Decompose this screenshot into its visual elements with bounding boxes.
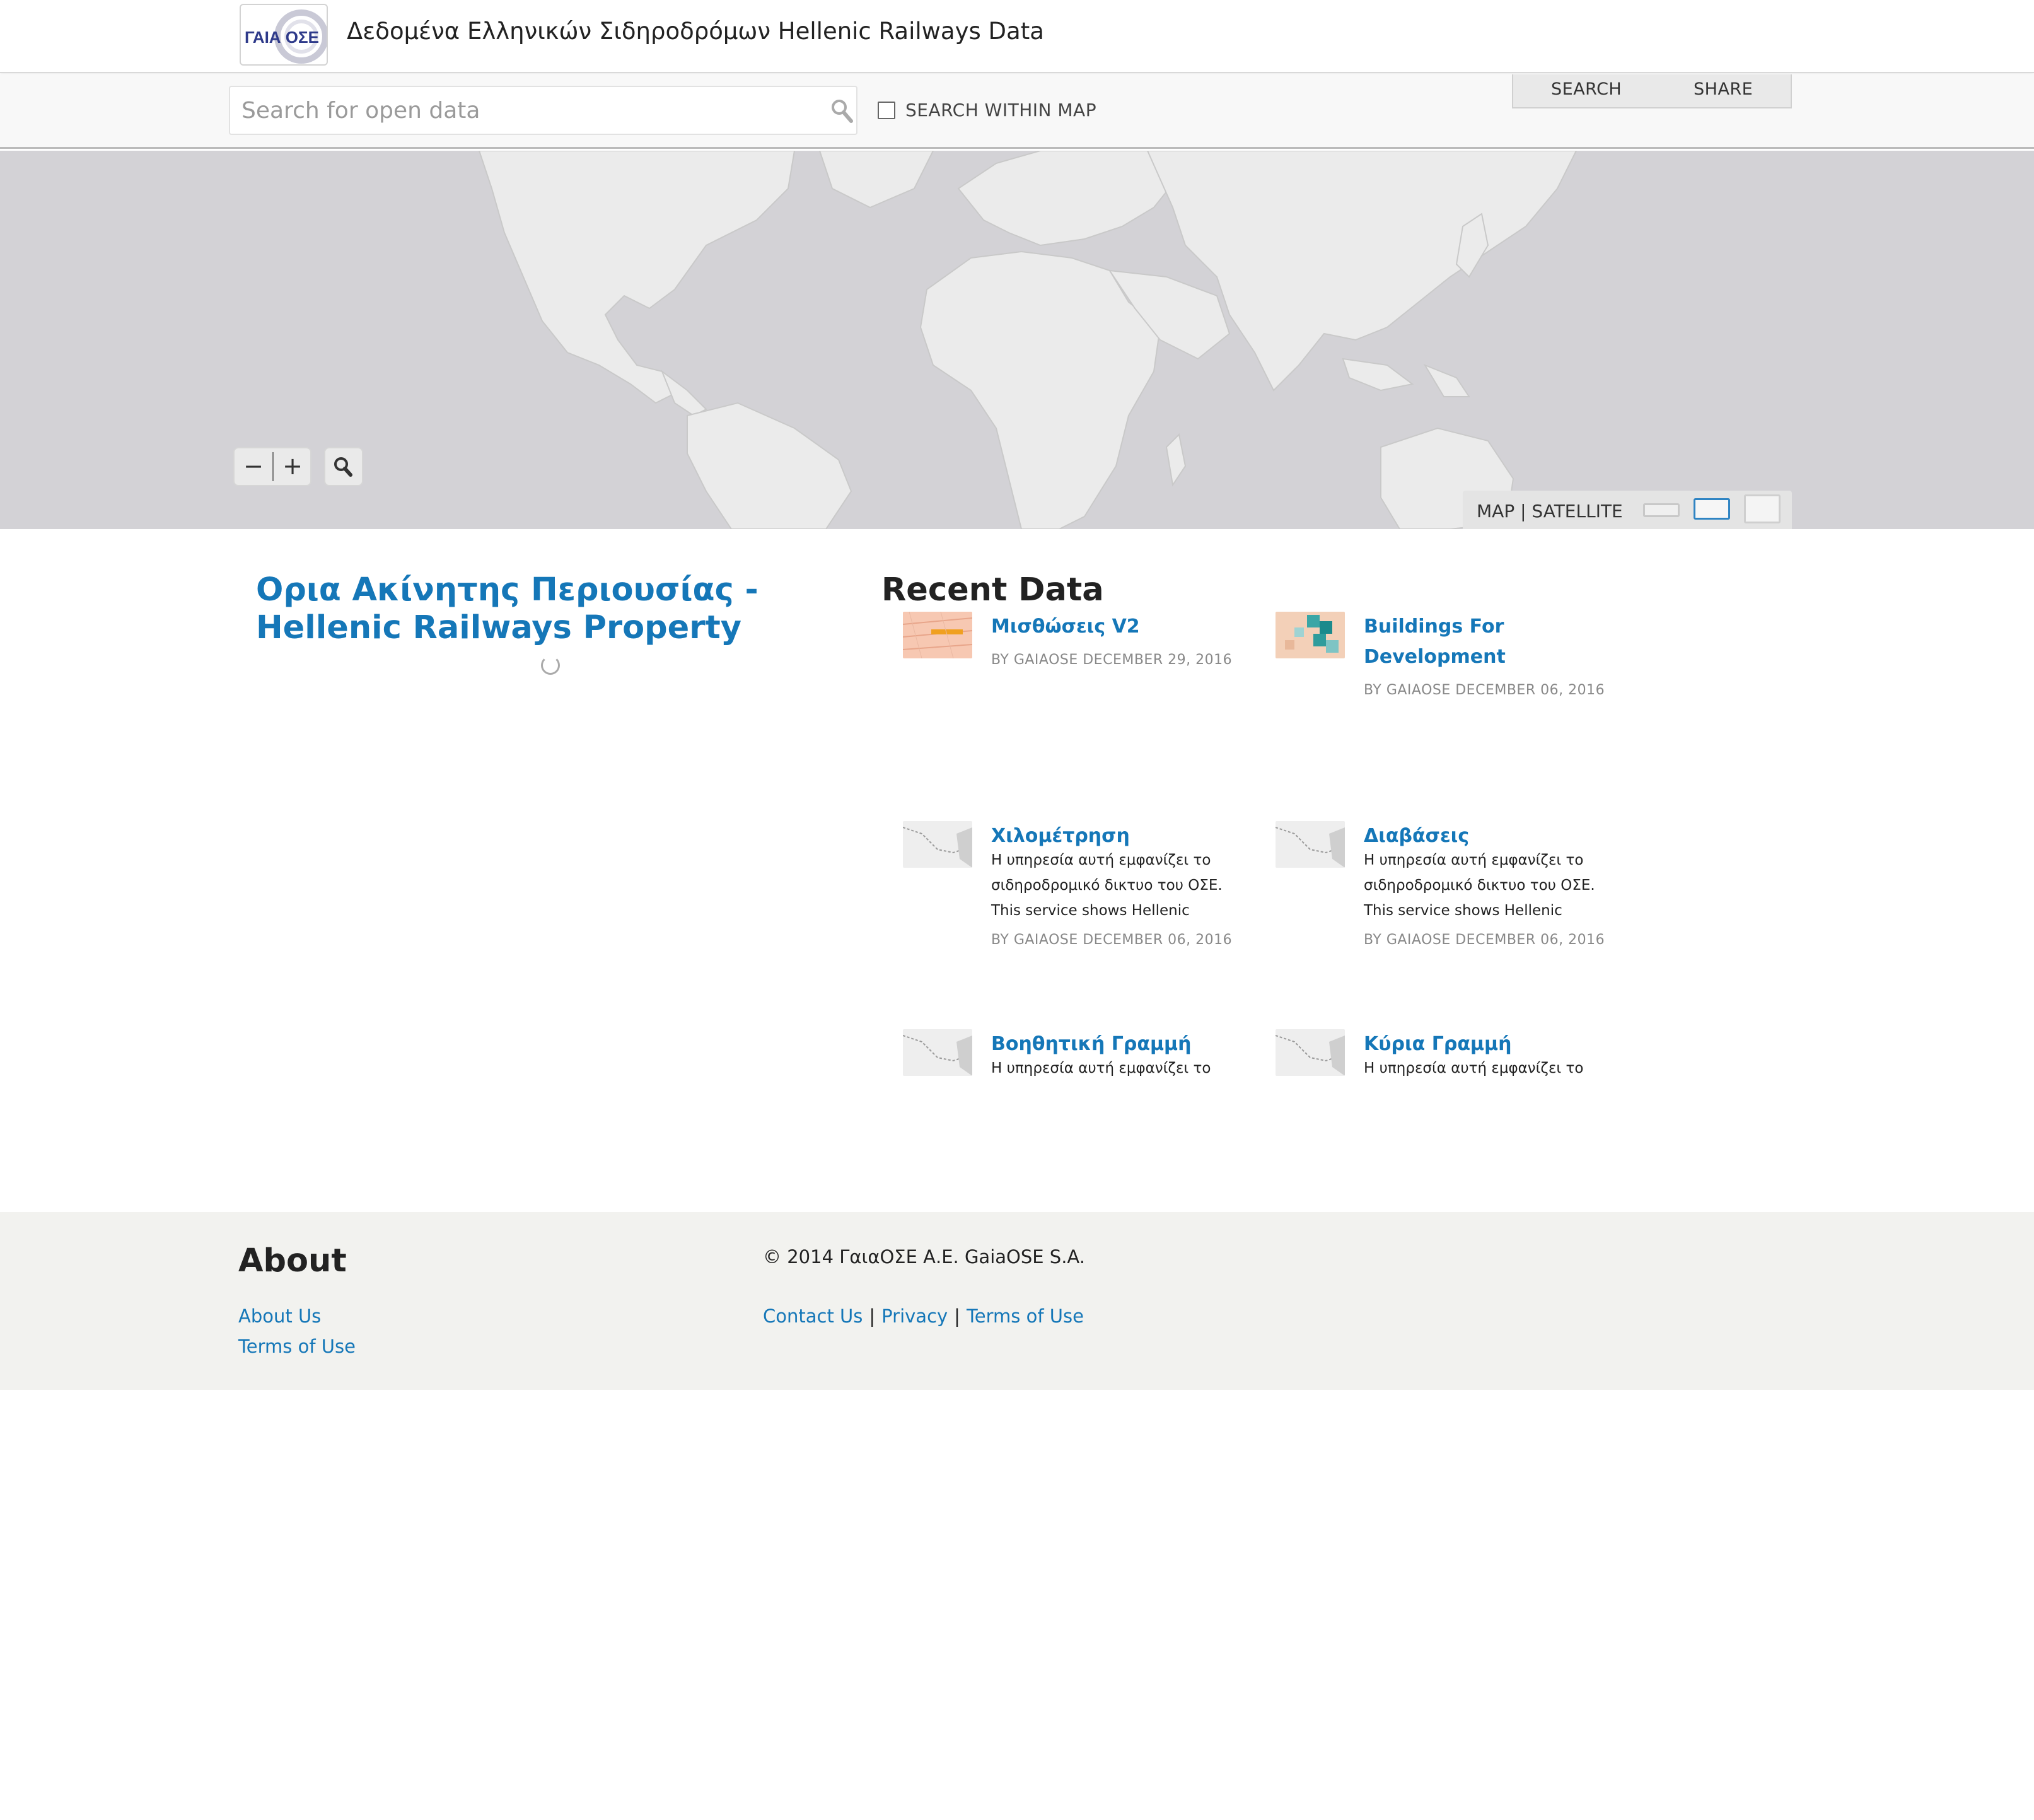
basemap-thumb-satellite[interactable]: [1744, 494, 1781, 523]
leases-thumbnail: [903, 612, 972, 658]
recent-item-description: Η υπηρεσία αυτή εμφανίζει το: [991, 1060, 1211, 1076]
recent-item-title[interactable]: Buildings For Development: [1364, 612, 1641, 672]
zoom-controls: − +: [233, 447, 311, 486]
recent-item-description: Η υπηρεσία αυτή εμφανίζει το σιδηροδρομι…: [1364, 852, 1595, 919]
recent-item-mileage[interactable]: Χιλομέτρηση Η υπηρεσία αυτή εμφανίζει το…: [903, 821, 1256, 960]
recent-item-meta: BY GAIAOSE DECEMBER 06, 2016: [1364, 682, 1605, 698]
gaiaose-logo[interactable]: ΓΑΙΑ ΟΣΕ: [240, 4, 328, 66]
recent-item-description: Η υπηρεσία αυτή εμφανίζει το: [1364, 1060, 1584, 1076]
recent-item-title[interactable]: Βοηθητική Γραμμή: [991, 1029, 1269, 1059]
basemap-toggle-label[interactable]: MAP | SATELLITE: [1477, 501, 1623, 522]
panel-tabs: SEARCH SHARE: [1512, 74, 1792, 108]
footer-terms-link[interactable]: Terms of Use: [238, 1336, 356, 1357]
search-box: [229, 86, 857, 135]
logo-text: ΓΑΙΑ ΟΣΕ: [245, 28, 319, 47]
recent-item-title[interactable]: Χιλομέτρηση: [991, 821, 1269, 851]
recent-data-heading: Recent Data: [881, 571, 1104, 609]
search-within-map-checkbox[interactable]: [878, 101, 895, 119]
contact-us-link[interactable]: Contact Us: [763, 1305, 863, 1327]
recent-item-main-line[interactable]: Κύρια Γραμμή Η υπηρεσία αυτή εμφανίζει τ…: [1276, 1029, 1629, 1092]
recent-item-meta: BY GAIAOSE DECEMBER 06, 2016: [991, 932, 1233, 948]
search-within-map-label: SEARCH WITHIN MAP: [905, 100, 1097, 120]
search-toolbar: SEARCH WITHIN MAP SEARCH SHARE: [0, 74, 2034, 149]
tab-share[interactable]: SHARE: [1694, 79, 1753, 99]
privacy-link[interactable]: Privacy: [881, 1305, 948, 1327]
railway-map-thumbnail: [903, 1029, 972, 1076]
zoom-out-button[interactable]: −: [235, 448, 272, 485]
magnifier-icon: [334, 457, 352, 477]
recent-item-title[interactable]: Μισθώσεις V2: [991, 612, 1269, 642]
recent-item-meta: BY GAIAOSE DECEMBER 29, 2016: [991, 652, 1233, 668]
about-us-link[interactable]: About Us: [238, 1305, 321, 1327]
link-separator: |: [954, 1305, 960, 1327]
locate-button[interactable]: [324, 447, 363, 486]
basemap-thumb-light[interactable]: [1643, 503, 1680, 517]
railway-map-thumbnail: [1276, 1029, 1345, 1076]
link-separator: |: [869, 1305, 876, 1327]
basemap-thumb-streets[interactable]: [1694, 498, 1730, 520]
recent-item-meta: BY GAIAOSE DECEMBER 06, 2016: [1364, 932, 1605, 948]
featured-dataset-title[interactable]: Ορια Ακίνητης Περιουσίας - Hellenic Rail…: [256, 571, 861, 647]
recent-item-leases[interactable]: Μισθώσεις V2 BY GAIAOSE DECEMBER 29, 201…: [903, 612, 1256, 706]
loading-spinner-icon: [541, 656, 560, 675]
copyright-text: © 2014 ΓαιαΟΣΕ Α.Ε. GaiaOSE S.A.: [763, 1246, 1085, 1268]
recent-item-description: Η υπηρεσία αυτή εμφανίζει το σιδηροδρομι…: [991, 852, 1223, 919]
site-header: ΓΑΙΑ ΟΣΕ Δεδομένα Ελληνικών Σιδηροδρόμων…: [0, 0, 2034, 73]
recent-item-buildings[interactable]: Buildings For Development BY GAIAOSE DEC…: [1276, 612, 1629, 706]
railway-map-thumbnail: [1276, 821, 1345, 868]
railway-map-thumbnail: [903, 821, 972, 868]
recent-item-title[interactable]: Κύρια Γραμμή: [1364, 1029, 1641, 1059]
terms-of-use-link[interactable]: Terms of Use: [967, 1305, 1084, 1327]
recent-item-crossings[interactable]: Διαβάσεις Η υπηρεσία αυτή εμφανίζει το σ…: [1276, 821, 1629, 960]
zoom-in-button[interactable]: +: [274, 448, 311, 485]
footer-bottom-links: Contact Us | Privacy | Terms of Use: [763, 1305, 1084, 1327]
site-footer: About About Us Terms of Use © 2014 ΓαιαΟ…: [0, 1212, 2034, 1390]
tab-search[interactable]: SEARCH: [1551, 79, 1622, 99]
world-map[interactable]: − + MAP | SATELLITE: [0, 151, 2034, 529]
about-heading: About: [238, 1242, 347, 1280]
search-input[interactable]: [240, 95, 808, 126]
search-icon[interactable]: [830, 98, 853, 124]
buildings-thumbnail: [1276, 612, 1345, 658]
search-within-map-option[interactable]: SEARCH WITHIN MAP: [878, 100, 1096, 120]
site-title[interactable]: Δεδομένα Ελληνικών Σιδηροδρόμων Hellenic…: [347, 18, 1044, 45]
basemap-switcher: MAP | SATELLITE: [1463, 491, 1792, 529]
recent-item-title[interactable]: Διαβάσεις: [1364, 821, 1641, 851]
recent-item-auxiliary-line[interactable]: Βοηθητική Γραμμή Η υπηρεσία αυτή εμφανίζ…: [903, 1029, 1256, 1092]
